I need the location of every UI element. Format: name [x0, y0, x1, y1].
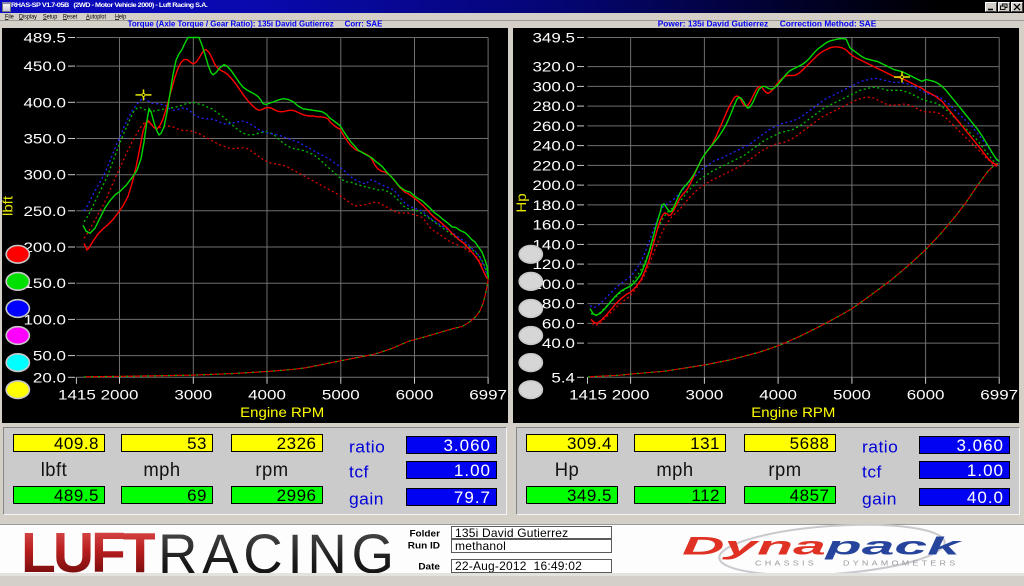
svg-text:40.0: 40.0 — [542, 336, 575, 351]
svg-text:160.0: 160.0 — [532, 218, 575, 233]
svg-text:60.0: 60.0 — [542, 317, 575, 332]
svg-text:3000: 3000 — [686, 388, 724, 403]
svg-text:1415: 1415 — [58, 388, 96, 403]
svg-text:300.0: 300.0 — [23, 168, 66, 183]
svg-text:320.0: 320.0 — [532, 60, 575, 75]
svg-text:lbft: lbft — [2, 196, 16, 216]
svg-text:450.0: 450.0 — [23, 59, 66, 74]
svg-text:489.5: 489.5 — [23, 31, 66, 46]
svg-text:2000: 2000 — [612, 388, 650, 403]
svg-text:100.0: 100.0 — [23, 313, 66, 328]
svg-text:20.0: 20.0 — [33, 371, 66, 386]
svg-text:1415: 1415 — [569, 388, 607, 403]
svg-text:180.0: 180.0 — [532, 198, 575, 213]
svg-text:6997: 6997 — [980, 388, 1018, 403]
svg-text:5000: 5000 — [322, 388, 360, 403]
svg-text:4000: 4000 — [759, 388, 797, 403]
svg-text:Hp: Hp — [514, 193, 530, 212]
svg-text:240.0: 240.0 — [532, 139, 575, 154]
svg-text:5.4: 5.4 — [551, 371, 575, 386]
svg-text:280.0: 280.0 — [532, 99, 575, 114]
svg-text:Engine RPM: Engine RPM — [240, 405, 324, 421]
svg-text:200.0: 200.0 — [532, 178, 575, 193]
svg-text:Engine RPM: Engine RPM — [751, 405, 835, 421]
svg-text:6000: 6000 — [396, 388, 434, 403]
svg-text:5000: 5000 — [833, 388, 871, 403]
svg-text:300.0: 300.0 — [532, 80, 575, 95]
svg-text:2000: 2000 — [101, 388, 139, 403]
svg-text:400.0: 400.0 — [23, 96, 66, 111]
svg-text:350.0: 350.0 — [23, 132, 66, 147]
svg-text:80.0: 80.0 — [542, 297, 575, 312]
svg-text:150.0: 150.0 — [23, 277, 66, 292]
svg-text:6000: 6000 — [907, 388, 945, 403]
svg-text:220.0: 220.0 — [532, 159, 575, 174]
svg-text:3000: 3000 — [174, 388, 212, 403]
svg-text:50.0: 50.0 — [33, 349, 66, 364]
svg-text:349.5: 349.5 — [532, 31, 575, 46]
svg-text:4000: 4000 — [248, 388, 286, 403]
svg-text:250.0: 250.0 — [23, 204, 66, 219]
svg-text:260.0: 260.0 — [532, 119, 575, 134]
svg-text:6997: 6997 — [469, 388, 507, 403]
